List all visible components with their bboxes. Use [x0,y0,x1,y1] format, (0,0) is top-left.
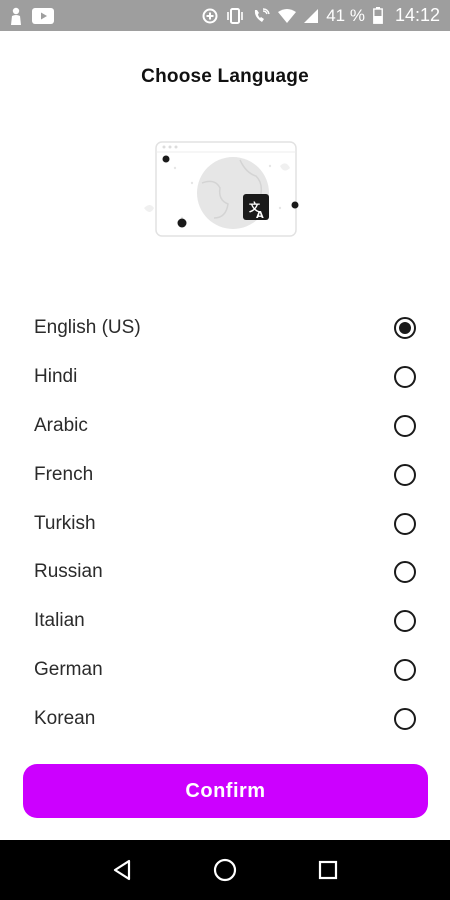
page-title: Choose Language [141,66,309,87]
data-saver-icon [202,8,218,24]
clock: 14:12 [394,5,440,25]
navigation-bar [0,840,450,900]
language-option[interactable]: Korean [0,694,450,743]
wifi-icon [278,8,297,23]
home-icon[interactable] [205,850,245,890]
signal-icon [304,8,319,23]
language-list: English (US) Hindi Arabic French Turkish Russ… [0,304,450,743]
person-icon [10,7,22,25]
language-label: Arabic [34,414,88,436]
language-option[interactable]: Italian [0,597,450,646]
language-label: Italian [34,610,85,632]
battery-icon [373,7,383,24]
language-label: English (US) [34,317,141,339]
radio-button[interactable] [394,610,416,633]
svg-text:A: A [256,210,264,221]
language-option[interactable]: French [0,450,450,499]
language-option[interactable]: English (US) [0,304,450,353]
language-option[interactable]: Russian [0,548,450,597]
language-option[interactable]: Turkish [0,499,450,548]
radio-button[interactable] [394,561,416,584]
wifi-call-icon [252,7,270,24]
language-label: German [34,658,103,680]
language-option[interactable]: Hindi [0,353,450,402]
radio-button[interactable] [394,512,416,535]
radio-button[interactable] [394,463,416,486]
status-bar: 41 % 14:12 [0,0,450,31]
language-label: French [34,463,94,485]
language-option[interactable]: Arabic [0,402,450,451]
language-label: Turkish [34,512,96,534]
language-label: Russian [34,561,103,583]
recents-icon[interactable] [308,850,348,890]
confirm-button[interactable]: Confirm [23,764,428,818]
radio-button-selected[interactable] [394,317,416,340]
vibrate-icon [226,7,244,24]
back-icon[interactable] [102,850,142,890]
radio-button[interactable] [394,707,416,730]
radio-button[interactable] [394,366,416,389]
language-label: Hindi [34,366,78,388]
radio-button[interactable] [394,658,416,681]
translate-illustration: 文 A [140,138,310,243]
language-label: Korean [34,707,96,729]
radio-dot [399,322,411,335]
battery-percent: 41 % [326,5,365,25]
youtube-icon [32,7,54,24]
radio-button[interactable] [394,414,416,437]
language-option[interactable]: German [0,646,450,695]
